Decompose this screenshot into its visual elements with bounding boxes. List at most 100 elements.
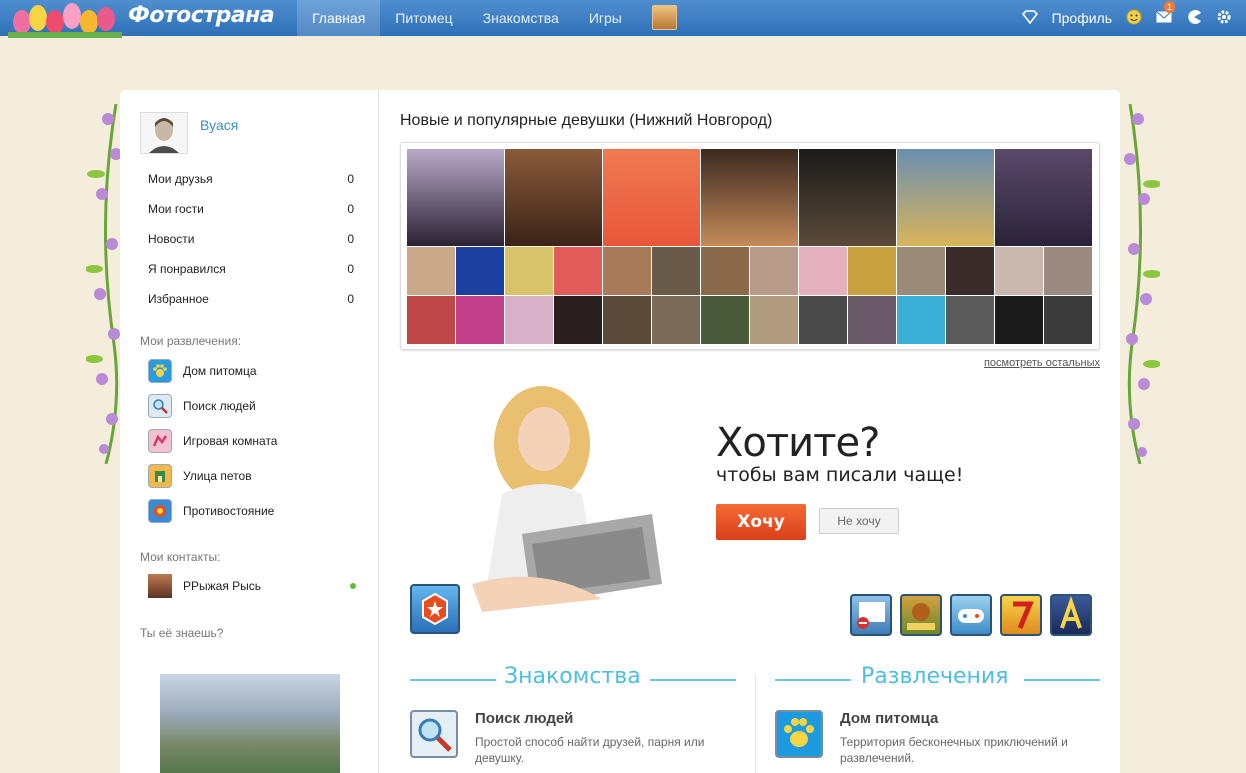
section-fun-heading[interactable]: Развлечения	[861, 664, 1008, 689]
profile-photo[interactable]	[701, 149, 798, 246]
see-more-link[interactable]: посмотреть остальных	[984, 357, 1100, 369]
profile-photo[interactable]	[505, 247, 553, 295]
profile-photo[interactable]	[603, 149, 700, 246]
suggested-person-photo[interactable]	[160, 674, 340, 773]
profile-photo[interactable]	[701, 296, 749, 344]
fun-item-label: Противостояние	[183, 504, 275, 518]
stat-label: Новости	[148, 232, 195, 246]
profile-photo[interactable]	[407, 247, 455, 295]
profile-photo[interactable]	[456, 296, 504, 344]
tulip-decoration-icon	[8, 3, 122, 38]
know-heading: Ты её знаешь?	[140, 626, 224, 640]
contact-avatar	[148, 574, 172, 598]
profile-photo[interactable]	[1044, 296, 1092, 344]
paw-icon[interactable]	[775, 710, 823, 758]
profile-photo[interactable]	[799, 247, 847, 295]
confrontation-icon	[148, 499, 172, 523]
magnifier-icon	[148, 394, 172, 418]
fun-heading: Мои развлечения:	[140, 334, 242, 348]
no-ads-app-icon[interactable]	[850, 594, 892, 636]
mail-icon[interactable]: 1	[1156, 1, 1176, 26]
fun-item-label: Дом питомца	[183, 364, 257, 378]
stat-guests[interactable]: Мои гости 0	[148, 202, 354, 216]
section-dating-heading[interactable]: Знакомства	[504, 664, 641, 689]
profile-photo[interactable]	[554, 296, 602, 344]
nav-home[interactable]: Главная	[297, 0, 381, 36]
star-badge-icon[interactable]	[410, 584, 460, 634]
user-name[interactable]: Вуася	[200, 117, 238, 133]
profile-photo[interactable]	[848, 296, 896, 344]
fun-item-pet-street[interactable]: Улица петов	[148, 463, 252, 489]
section-column-divider	[755, 674, 756, 773]
section-divider-line	[775, 679, 851, 681]
pet-game-app-icon[interactable]	[900, 594, 942, 636]
stat-news[interactable]: Новости 0	[148, 232, 354, 246]
section-divider-line	[1024, 679, 1100, 681]
stat-count: 0	[347, 262, 354, 276]
profile-link[interactable]: Профиль	[1052, 10, 1112, 26]
fun-item-label: Улица петов	[183, 469, 252, 483]
stat-friends[interactable]: Мои друзья 0	[148, 172, 354, 186]
profile-photo[interactable]	[897, 149, 994, 246]
top-bar: Фотострана Главная Питомец Знакомства Иг…	[0, 0, 1246, 38]
profile-photo[interactable]	[554, 247, 602, 295]
letter-a-app-icon[interactable]	[1050, 594, 1092, 636]
want-button[interactable]: Хочу	[716, 504, 806, 540]
profile-photo[interactable]	[603, 247, 651, 295]
profile-photo[interactable]	[750, 247, 798, 295]
dont-want-button[interactable]: Не хочу	[819, 508, 899, 534]
online-indicator	[350, 583, 356, 589]
stat-favorites[interactable]: Избранное 0	[148, 292, 354, 306]
smiley-icon[interactable]	[1126, 9, 1142, 28]
profile-photo[interactable]	[505, 149, 602, 246]
profile-photo[interactable]	[897, 247, 945, 295]
diamond-icon[interactable]	[1021, 9, 1038, 27]
profile-photo[interactable]	[652, 296, 700, 344]
game-room-icon	[148, 429, 172, 453]
gear-icon[interactable]	[1216, 9, 1232, 28]
stat-liked[interactable]: Я понравился 0	[148, 262, 354, 276]
profile-photo[interactable]	[995, 149, 1092, 246]
nav-games[interactable]: Игры	[574, 0, 637, 36]
profile-photo[interactable]	[946, 247, 994, 295]
profile-photo[interactable]	[652, 247, 700, 295]
profile-photo[interactable]	[750, 296, 798, 344]
sidebar: Вуася Мои друзья 0 Мои гости 0 Новости 0…	[120, 90, 379, 773]
site-logo[interactable]: Фотострана	[128, 3, 275, 28]
profile-photo[interactable]	[995, 247, 1043, 295]
nav-pet[interactable]: Питомец	[380, 0, 467, 36]
avatar[interactable]	[140, 112, 188, 154]
fun-item-pet-home[interactable]: Дом питомца	[148, 358, 257, 384]
promo-subheading: чтобы вам писали чаще!	[716, 464, 964, 486]
gamepad-app-icon[interactable]	[950, 594, 992, 636]
profile-photo[interactable]	[701, 247, 749, 295]
contact-item[interactable]: РРыжая Рысь	[148, 574, 356, 598]
pacman-icon[interactable]	[1186, 9, 1202, 28]
stat-label: Мои друзья	[148, 172, 213, 186]
profile-photo[interactable]	[603, 296, 651, 344]
promo-girl-laptop-image	[472, 386, 662, 612]
fun-item-game-room[interactable]: Игровая комната	[148, 428, 277, 454]
profile-photo[interactable]	[505, 296, 553, 344]
nav-dating[interactable]: Знакомства	[468, 0, 574, 36]
feature-title[interactable]: Поиск людей	[475, 710, 573, 727]
fun-item-confrontation[interactable]: Противостояние	[148, 498, 274, 524]
profile-photo[interactable]	[897, 296, 945, 344]
nav-avatar[interactable]	[651, 5, 677, 30]
feature-title[interactable]: Дом питомца	[840, 710, 938, 727]
slot-seven-app-icon[interactable]	[1000, 594, 1042, 636]
profile-photo[interactable]	[848, 247, 896, 295]
profile-photo[interactable]	[407, 296, 455, 344]
profile-photo[interactable]	[1044, 247, 1092, 295]
stat-count: 0	[347, 172, 354, 186]
magnifier-icon[interactable]	[410, 710, 458, 758]
profile-photo[interactable]	[946, 296, 994, 344]
profile-photo[interactable]	[799, 149, 896, 246]
profile-photo[interactable]	[799, 296, 847, 344]
profile-photo[interactable]	[407, 149, 504, 246]
fun-item-people-search[interactable]: Поиск людей	[148, 393, 256, 419]
main-content: Новые и популярные девушки (Нижний Новго…	[400, 90, 1100, 773]
right-nav: Профиль 1	[1021, 0, 1246, 36]
profile-photo[interactable]	[456, 247, 504, 295]
profile-photo[interactable]	[995, 296, 1043, 344]
